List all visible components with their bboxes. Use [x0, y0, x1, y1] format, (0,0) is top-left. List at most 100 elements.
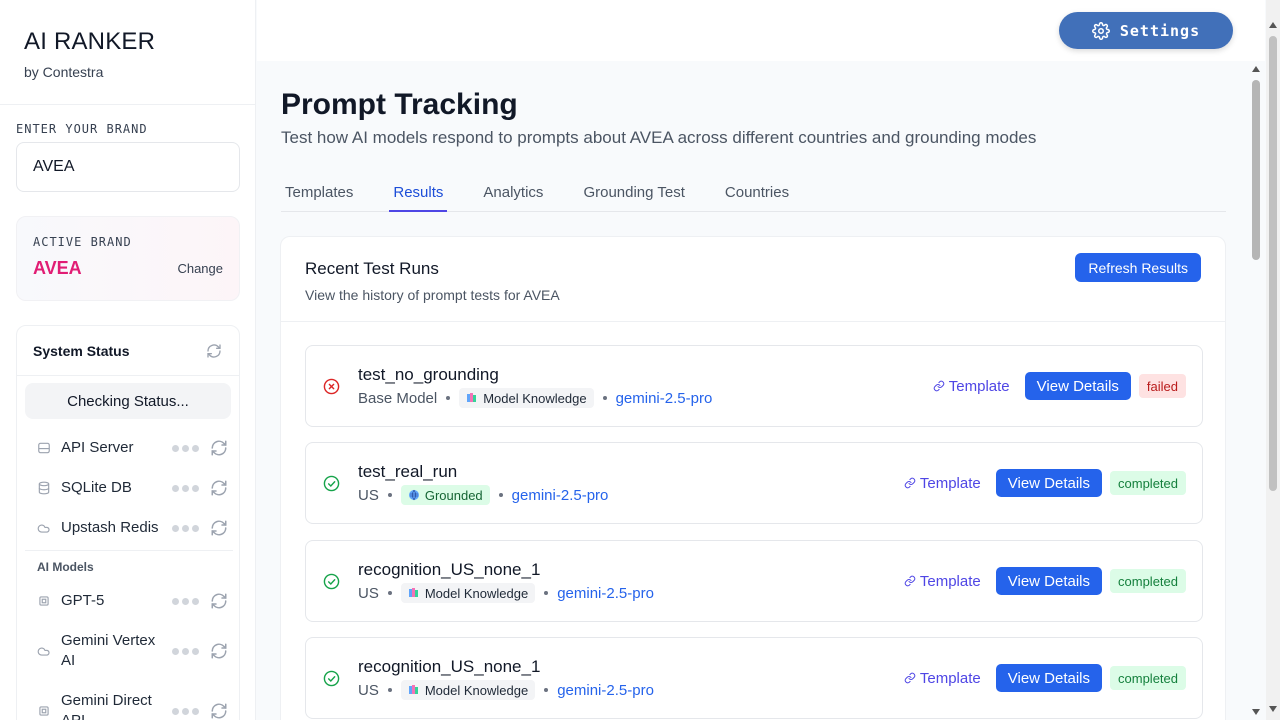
loading-dots: [172, 597, 199, 605]
tab-grounding-test[interactable]: Grounding Test: [579, 172, 688, 212]
bullet: [387, 591, 392, 595]
service-row-sqlite: SQLite DB: [17, 478, 241, 498]
template-label: Template: [919, 474, 981, 492]
bullet: [387, 493, 392, 497]
content-scrollbar[interactable]: [1248, 60, 1264, 720]
books-icon: [467, 393, 477, 402]
view-details-button[interactable]: View Details: [995, 567, 1103, 595]
tab-countries[interactable]: Countries: [721, 172, 793, 212]
model-label: GPT-5: [61, 592, 105, 609]
model-row-gemini-vertex: Gemini Vertex AI: [17, 631, 241, 671]
change-brand-button[interactable]: Change: [177, 261, 223, 276]
refresh-icon[interactable]: [209, 591, 229, 611]
database-icon: [37, 481, 51, 495]
model-link[interactable]: gemini-2.5-pro: [557, 682, 654, 699]
status-badge: completed: [1110, 471, 1186, 495]
mode-chip: Grounded: [400, 485, 490, 505]
mode-label: Model Knowledge: [483, 390, 587, 406]
template-link[interactable]: Template: [904, 475, 981, 492]
x-circle-icon: [323, 378, 340, 395]
cloud-icon: [37, 521, 51, 535]
checking-status-button[interactable]: Checking Status...: [25, 383, 231, 419]
books-icon: [408, 588, 418, 597]
tab-templates[interactable]: Templates: [281, 172, 357, 212]
globe-icon: [408, 489, 419, 501]
settings-button[interactable]: Settings: [1059, 12, 1233, 49]
view-details-button[interactable]: View Details: [995, 664, 1103, 692]
page-scrollbar[interactable]: [1266, 0, 1280, 720]
check-circle-icon: [323, 475, 340, 492]
enter-brand-label: ENTER YOUR BRAND: [16, 122, 148, 136]
model-link[interactable]: gemini-2.5-pro: [557, 585, 654, 602]
cpu-icon: [37, 704, 51, 718]
main-content: Settings Prompt Tracking Test how AI mod…: [257, 0, 1265, 720]
run-country: US: [358, 486, 379, 504]
refresh-results-button[interactable]: Refresh Results: [1075, 253, 1201, 282]
page-title: Prompt Tracking: [281, 88, 518, 121]
model-label: Gemini Vertex AI: [61, 632, 156, 669]
bullet: [387, 688, 392, 692]
scroll-up-arrow[interactable]: [1252, 66, 1260, 72]
scroll-thumb[interactable]: [1252, 80, 1260, 260]
refresh-icon[interactable]: [209, 701, 229, 720]
run-country: US: [358, 681, 379, 699]
run-item: recognition_US_none_1 US Model Knowledge…: [305, 540, 1203, 622]
refresh-icon[interactable]: [209, 438, 229, 458]
refresh-icon[interactable]: [209, 518, 229, 538]
mode-label: Model Knowledge: [424, 585, 529, 601]
scroll-up-arrow[interactable]: [1269, 22, 1277, 28]
run-name: recognition_US_none_1: [358, 657, 541, 676]
app-title: AI RANKER: [24, 28, 156, 55]
scroll-down-arrow[interactable]: [1252, 709, 1260, 715]
service-label: Upstash Redis: [61, 519, 159, 536]
books-icon: [408, 685, 418, 694]
service-row-redis: Upstash Redis: [17, 518, 241, 538]
brand-input[interactable]: [16, 142, 240, 192]
mode-chip: Model Knowledge: [400, 583, 536, 603]
mode-chip: Model Knowledge: [459, 388, 594, 408]
status-badge: completed: [1110, 569, 1186, 593]
view-details-button[interactable]: View Details: [1024, 372, 1131, 400]
model-link[interactable]: gemini-2.5-pro: [616, 390, 713, 407]
model-row-gemini-direct: Gemini Direct API: [17, 691, 241, 720]
template-link[interactable]: Template: [904, 573, 981, 590]
run-item: test_no_grounding Base Model Model Knowl…: [305, 345, 1203, 427]
model-link[interactable]: gemini-2.5-pro: [512, 487, 609, 504]
page-subtitle: Test how AI models respond to prompts ab…: [281, 128, 1037, 147]
bullet: [446, 396, 451, 400]
status-badge: failed: [1138, 374, 1186, 398]
runs-title: Recent Test Runs: [305, 259, 439, 278]
model-label: Gemini Direct API: [61, 692, 152, 720]
app-subtitle: by Contestra: [24, 64, 104, 80]
scroll-thumb[interactable]: [1269, 36, 1277, 491]
service-row-api-server: API Server: [17, 438, 241, 458]
tab-analytics[interactable]: Analytics: [479, 172, 547, 212]
cpu-icon: [37, 594, 51, 608]
check-circle-icon: [323, 573, 340, 590]
refresh-status-icon[interactable]: [205, 342, 223, 360]
active-brand-name: AVEA: [33, 258, 82, 278]
bullet: [544, 591, 549, 595]
template-link[interactable]: Template: [904, 670, 981, 687]
sidebar: AI RANKER by Contestra ENTER YOUR BRAND …: [0, 0, 256, 720]
run-meta: US Model Knowledge gemini-2.5-pro: [358, 679, 654, 701]
refresh-icon[interactable]: [209, 641, 229, 661]
template-label: Template: [919, 669, 981, 687]
template-label: Template: [919, 572, 981, 590]
loading-dots: [172, 444, 199, 452]
view-details-button[interactable]: View Details: [995, 469, 1103, 497]
refresh-icon[interactable]: [209, 478, 229, 498]
link-icon: [904, 477, 916, 489]
template-link[interactable]: Template: [933, 378, 1010, 395]
scroll-down-arrow[interactable]: [1269, 706, 1277, 712]
divider: [25, 550, 233, 551]
run-name: test_real_run: [358, 462, 458, 481]
server-icon: [37, 441, 51, 455]
run-country: Base Model: [358, 389, 438, 407]
cloud-icon: [37, 644, 51, 658]
tab-results[interactable]: Results: [389, 172, 448, 212]
loading-dots: [172, 707, 199, 715]
run-meta: US Model Knowledge gemini-2.5-pro: [358, 582, 654, 604]
run-name: recognition_US_none_1: [358, 560, 541, 579]
run-item: test_real_run US Grounded gemini-2.5-pro…: [305, 442, 1203, 524]
